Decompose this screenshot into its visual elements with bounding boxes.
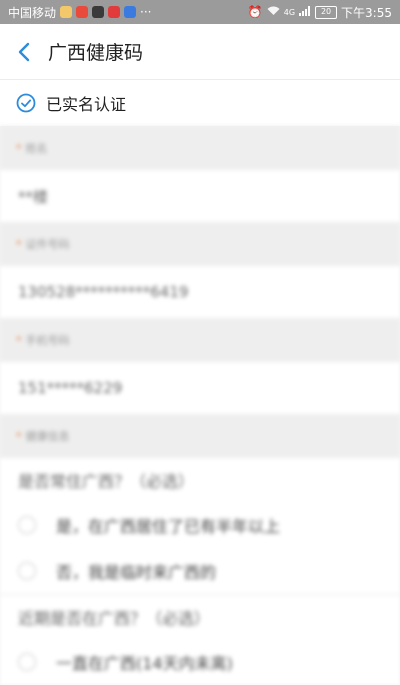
verified-label: 已实名认证 [46,95,127,114]
name-label: * 姓名 [0,126,400,170]
radio-icon[interactable] [18,653,36,671]
recent-always-option[interactable]: 一直在广西(14天内未离) [0,639,400,685]
app-notification-icon [92,6,105,18]
id-label: * 证件号码 [0,222,400,266]
status-left: 中国移动 ··· [8,4,151,21]
id-number-field[interactable]: 130528**********6419 [0,266,400,318]
title-bar: 广西健康码 [0,24,400,80]
chevron-left-icon [18,42,30,61]
verified-check-icon [16,93,36,113]
phone-field[interactable]: 151*****6229 [0,362,400,414]
network-type: 4G [283,7,296,17]
weibo-icon [76,6,89,18]
phone-label: * 手机号码 [0,318,400,362]
signal-icon [299,5,311,19]
radio-icon[interactable] [18,562,36,580]
resident-no-option[interactable]: 否，我是临时来广西的 [0,548,400,594]
app-notification-icon [60,6,73,18]
status-bar: 中国移动 ··· ⏰ 4G 20 下午3:55 [0,0,400,24]
page-title: 广西健康码 [48,42,144,64]
health-form: * 姓名 **楼 * 证件号码 130528**********6419 * 手机号码… [0,126,400,685]
verified-row: 已实名认证 [0,80,400,126]
alarm-icon: ⏰ [247,5,263,19]
back-button[interactable] [0,24,48,80]
question-recent: 近期是否在广西？（必选） [0,595,400,639]
more-notifications: ··· [140,5,152,19]
radio-icon[interactable] [18,516,36,534]
carrier-label: 中国移动 [8,5,57,20]
app-notification-icon [108,6,121,18]
wifi-icon [267,5,280,19]
status-right: ⏰ 4G 20 下午3:55 [248,4,392,21]
battery-level: 20 [320,7,332,16]
battery-icon: 20 [315,5,338,19]
question-resident: 是否常住广西？（必选） [0,458,400,502]
health-info-label: * 健康信息 [0,414,400,458]
resident-yes-option[interactable]: 是，在广西居住了已有半年以上 [0,502,400,548]
clock: 下午3:55 [341,5,392,20]
name-field[interactable]: **楼 [0,170,400,222]
app-notification-icon [124,6,137,18]
